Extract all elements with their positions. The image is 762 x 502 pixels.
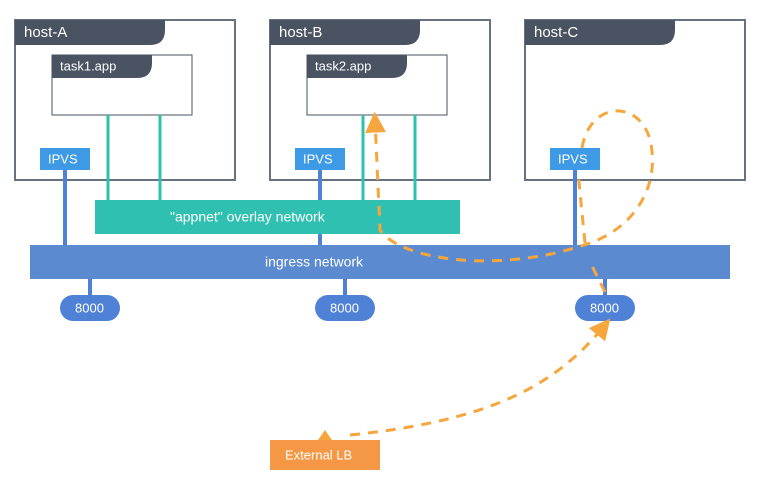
host-b: host-B task2.app IPVS [270, 20, 490, 180]
port-c: 8000 [575, 279, 635, 321]
task2-app: task2.app [307, 55, 447, 115]
path-external-to-portc [350, 325, 605, 435]
ipvs-b-label: IPVS [303, 151, 333, 166]
port-b-label: 8000 [330, 300, 359, 315]
port-b: 8000 [315, 279, 375, 321]
host-a-label: host-A [24, 24, 67, 41]
port-a-label: 8000 [75, 300, 104, 315]
ingress-network [30, 245, 730, 279]
external-lb-arrow-icon [318, 430, 332, 440]
path-ipvsc-to-task2 [375, 111, 653, 261]
path-ingress-ipvsc [578, 172, 585, 243]
ipvs-c-label: IPVS [558, 151, 588, 166]
task1-app: task1.app [52, 55, 192, 115]
overlay-network-label: "appnet" overlay network [170, 209, 326, 225]
task1-label: task1.app [60, 58, 116, 73]
ingress-network-label: ingress network [265, 254, 364, 270]
host-c-label: host-C [534, 24, 578, 41]
network-diagram: host-A task1.app IPVS host-B task2.app I… [0, 0, 762, 502]
task2-label: task2.app [315, 58, 371, 73]
ipvs-a-label: IPVS [48, 151, 78, 166]
host-c: host-C IPVS [525, 20, 745, 180]
host-a: host-A task1.app IPVS [15, 20, 235, 180]
port-c-label: 8000 [590, 300, 619, 315]
host-b-label: host-B [279, 24, 322, 41]
external-lb-label: External LB [285, 447, 352, 462]
port-a: 8000 [60, 279, 120, 321]
